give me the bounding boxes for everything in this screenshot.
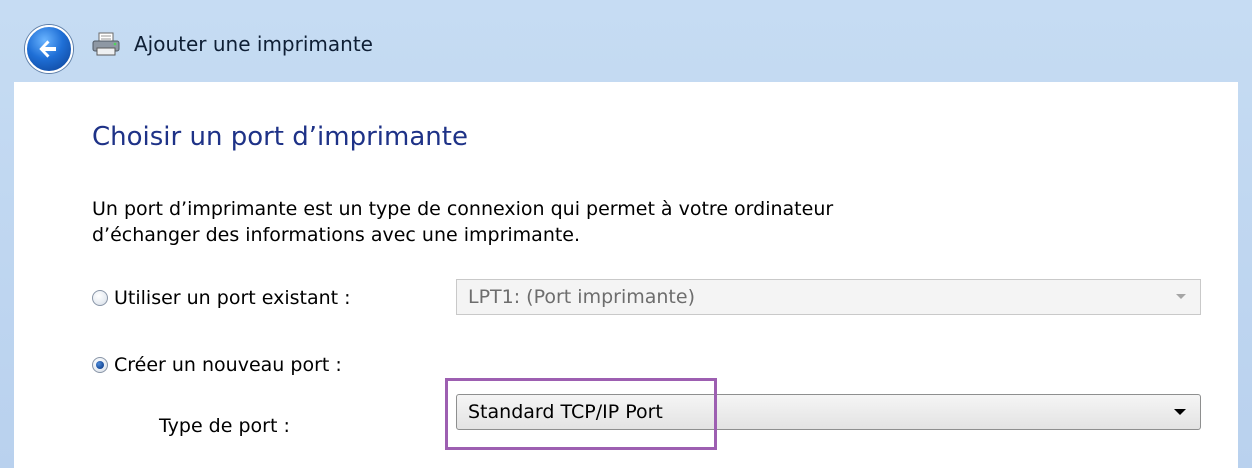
back-arrow-icon (39, 40, 56, 58)
page-description: Un port d’imprimante est un type de conn… (92, 198, 834, 246)
radio-button[interactable] (92, 357, 108, 373)
existing-port-select: LPT1: (Port imprimante) (456, 279, 1201, 315)
port-type-label: Type de port : (159, 415, 290, 437)
select-value: Standard TCP/IP Port (468, 401, 663, 423)
select-value: LPT1: (Port imprimante) (468, 286, 695, 308)
printer-icon (92, 32, 120, 56)
radio-label: Créer un nouveau port : (114, 354, 342, 376)
window-frame: Ajouter une imprimante Choisir un port d… (0, 0, 1252, 468)
radio-button[interactable] (92, 290, 108, 306)
radio-create-new-port[interactable]: Créer un nouveau port : (92, 352, 342, 378)
page-heading: Choisir un port d’imprimante (92, 122, 468, 152)
chevron-down-icon[interactable] (1174, 409, 1186, 415)
radio-label: Utiliser un port existant : (114, 287, 351, 309)
window-title: Ajouter une imprimante (134, 32, 373, 56)
back-button[interactable] (25, 25, 73, 73)
title-bar: Ajouter une imprimante (0, 0, 1252, 82)
chevron-down-icon (1176, 294, 1186, 299)
wizard-content: Choisir un port d’imprimante Un port d’i… (14, 82, 1238, 468)
port-type-select[interactable]: Standard TCP/IP Port (456, 394, 1201, 430)
radio-use-existing-port[interactable]: Utiliser un port existant : (92, 285, 351, 311)
